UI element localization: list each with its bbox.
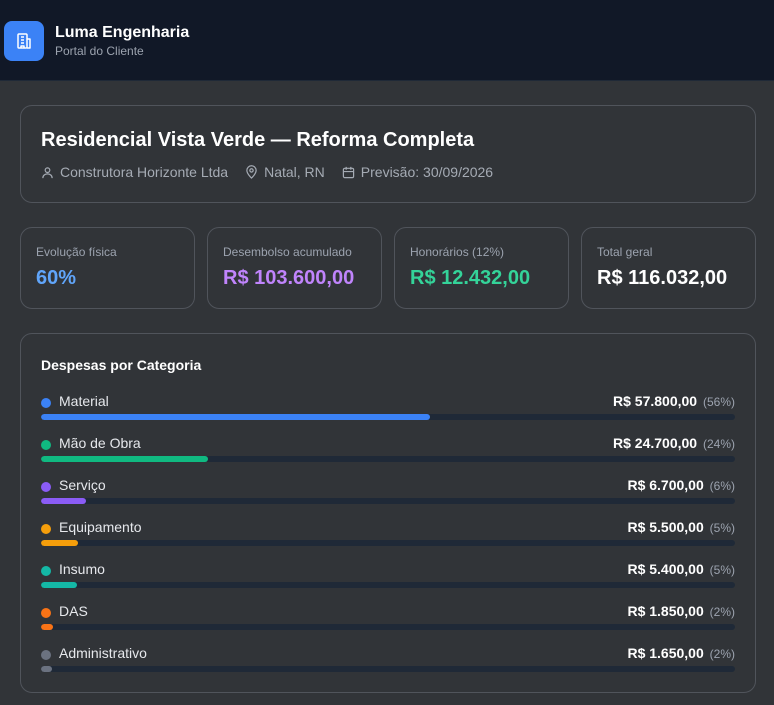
category-value: R$ 24.700,00 (613, 435, 698, 451)
progress-track (41, 414, 735, 420)
kpi-label: Honorários (12%) (410, 245, 505, 259)
kpi-grand-total: Total geral R$ 116.032,00 (581, 227, 756, 309)
category-dot (41, 566, 51, 576)
progress-fill (41, 540, 78, 546)
project-company: Construtora Horizonte Ltda (41, 164, 228, 180)
progress-fill (41, 456, 208, 462)
progress-fill (41, 624, 54, 630)
category-amount: R$ 5.500,00 (5%) (627, 519, 735, 535)
category-percent: (2%) (709, 605, 735, 619)
category-name: Administrativo (59, 645, 147, 661)
project-forecast: Previsão: 30/09/2026 (342, 164, 493, 180)
brand-name: Luma Engenharia (55, 24, 190, 41)
expense-row: Serviço R$ 6.700,00 (6%) (41, 476, 735, 506)
progress-fill (41, 582, 78, 588)
progress-track (41, 582, 735, 588)
project-forecast-text: Previsão: 30/09/2026 (360, 164, 494, 180)
brand-subtitle: Portal do Cliente (55, 44, 144, 58)
kpi-value: R$ 103.600,00 (223, 267, 355, 289)
expense-row: Insumo R$ 5.400,00 (5%) (41, 560, 735, 590)
category-amount: R$ 1.850,00 (2%) (627, 603, 735, 619)
progress-track (41, 624, 735, 630)
category-dot (41, 398, 51, 408)
expenses-title: Despesas por Categoria (41, 357, 202, 373)
category-percent: (56%) (702, 395, 735, 409)
category-name: Material (59, 393, 109, 409)
progress-track (41, 666, 735, 672)
progress-fill (41, 414, 430, 420)
expense-row: Material R$ 57.800,00 (56%) (41, 392, 735, 422)
category-value: R$ 5.400,00 (627, 561, 704, 577)
kpi-label: Total geral (597, 245, 653, 259)
category-dot (41, 440, 51, 450)
expense-row: Administrativo R$ 1.650,00 (2%) (41, 644, 735, 674)
project-title: Residencial Vista Verde — Reforma Comple… (41, 129, 475, 151)
category-name: Serviço (59, 477, 106, 493)
category-percent: (5%) (709, 563, 735, 577)
expense-row: Mão de Obra R$ 24.700,00 (24%) (41, 434, 735, 464)
map-pin-icon (246, 165, 257, 179)
kpi-value: 60% (36, 267, 77, 289)
kpi-value: R$ 116.032,00 (597, 267, 728, 289)
category-dot (41, 524, 51, 534)
kpi-label: Desembolso acumulado (223, 245, 352, 259)
category-percent: (6%) (709, 479, 735, 493)
category-dot (41, 482, 51, 492)
category-value: R$ 1.850,00 (627, 603, 704, 619)
category-dot (41, 608, 51, 618)
progress-fill (41, 666, 53, 672)
expense-row: Equipamento R$ 5.500,00 (5%) (41, 518, 735, 548)
category-name: Mão de Obra (59, 435, 141, 451)
progress-track (41, 540, 735, 546)
kpi-value: R$ 12.432,00 (410, 267, 531, 289)
top-bar: Luma Engenharia Portal do Cliente (0, 0, 774, 81)
project-company-text: Construtora Horizonte Ltda (60, 164, 229, 180)
calendar-icon (342, 166, 354, 178)
category-percent: (2%) (709, 647, 735, 661)
category-name: Insumo (59, 561, 105, 577)
building-icon[interactable] (4, 21, 44, 61)
category-value: R$ 57.800,00 (613, 393, 698, 409)
user-icon (42, 166, 53, 178)
kpi-accumulated-disbursement: Desembolso acumulado R$ 103.600,00 (207, 227, 382, 309)
category-percent: (24%) (702, 437, 735, 451)
expenses-card: Despesas por Categoria Material R$ 57.800… (20, 333, 756, 693)
project-location: Natal, RN (245, 164, 325, 180)
kpi-fees: Honorários (12%) R$ 12.432,00 (394, 227, 569, 309)
category-name: DAS (59, 603, 88, 619)
category-value: R$ 5.500,00 (627, 519, 704, 535)
project-meta: Construtora Horizonte Ltda Natal, RN Pre… (41, 164, 510, 180)
kpi-physical-progress: Evolução física 60% (20, 227, 195, 309)
progress-fill (41, 498, 87, 504)
expense-row: DAS R$ 1.850,00 (2%) (41, 602, 735, 632)
category-amount: R$ 57.800,00 (56%) (613, 393, 735, 409)
category-value: R$ 6.700,00 (627, 477, 704, 493)
project-card: Residencial Vista Verde — Reforma Comple… (20, 105, 756, 203)
category-name: Equipamento (59, 519, 142, 535)
kpi-label: Evolução física (36, 245, 117, 259)
category-value: R$ 1.650,00 (627, 645, 704, 661)
progress-track (41, 456, 735, 462)
category-amount: R$ 24.700,00 (24%) (613, 435, 735, 451)
category-amount: R$ 1.650,00 (2%) (627, 645, 735, 661)
category-dot (41, 650, 51, 660)
category-amount: R$ 6.700,00 (6%) (627, 477, 735, 493)
category-amount: R$ 5.400,00 (5%) (627, 561, 735, 577)
project-location-text: Natal, RN (264, 164, 325, 180)
category-percent: (5%) (709, 521, 735, 535)
progress-track (41, 498, 735, 504)
